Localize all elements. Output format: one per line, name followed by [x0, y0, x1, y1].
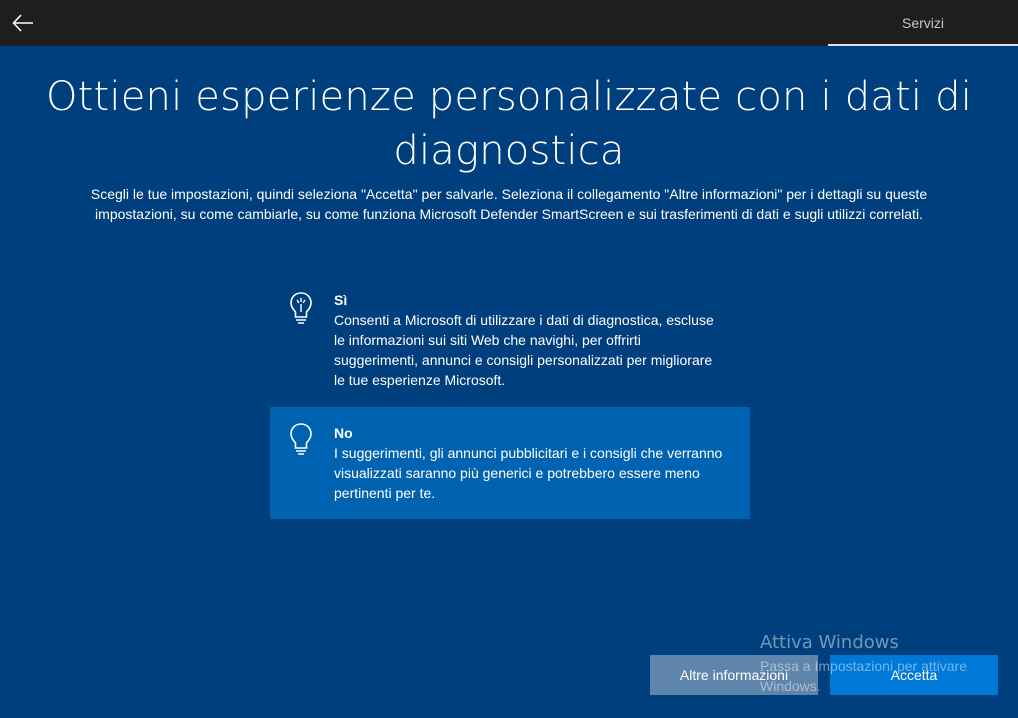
lightbulb-on-icon — [286, 288, 318, 324]
option-yes-title: Sì — [334, 292, 348, 308]
activation-watermark-subtitle: Passa a Impostazioni per attivare Window… — [760, 658, 967, 694]
activation-watermark-title: Attiva Windows — [760, 632, 899, 653]
page-description: Scegli le tue impostazioni, quindi selez… — [40, 184, 978, 224]
page-title: Ottieni esperienze personalizzate con i … — [40, 70, 978, 178]
option-no-title: No — [334, 425, 353, 441]
section-tab-servizi: Servizi — [901, 15, 944, 31]
page-description-line-1: Scegli le tue impostazioni, quindi selez… — [90, 186, 928, 202]
section-tab-underline — [828, 44, 1018, 46]
option-yes[interactable]: Sì Consenti a Microsoft di utilizzare i … — [270, 290, 750, 396]
option-no-description: I suggerimenti, gli annunci pubblicitari… — [334, 445, 723, 501]
lightbulb-off-icon — [286, 419, 318, 455]
back-arrow-icon — [12, 14, 33, 32]
page-title-line-2: diagnostica — [393, 128, 625, 174]
page-title-line-1: Ottieni esperienze personalizzate con i … — [45, 74, 973, 120]
top-bar: Servizi — [0, 0, 1018, 46]
option-no[interactable]: No I suggerimenti, gli annunci pubblicit… — [270, 407, 750, 519]
back-button[interactable] — [8, 8, 38, 38]
page-description-line-2: impostazioni, su come cambiarle, su come… — [95, 206, 923, 222]
option-yes-description: Consenti a Microsoft di utilizzare i dat… — [334, 312, 714, 388]
